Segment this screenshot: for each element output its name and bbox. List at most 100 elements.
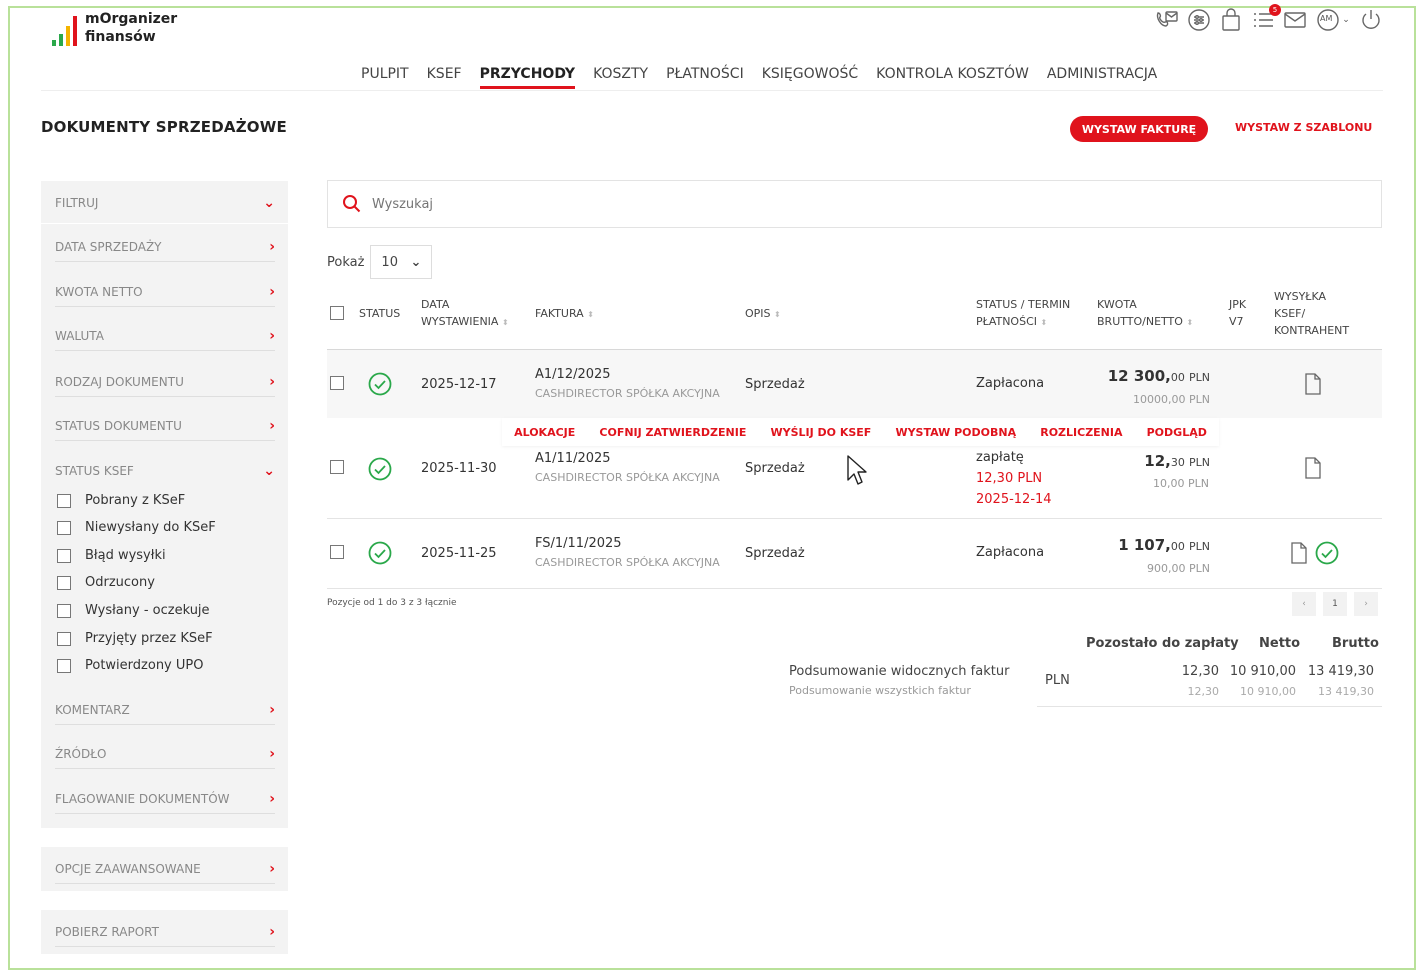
- ksef-option-checkbox[interactable]: Odrzucony: [57, 575, 155, 590]
- action-preview[interactable]: PODGLĄD: [1147, 426, 1207, 439]
- search-bar[interactable]: [327, 180, 1382, 228]
- filter-label: STATUS KSEF: [55, 464, 134, 478]
- issue-date: 2025-12-17: [421, 377, 497, 392]
- invoice-number[interactable]: FS/1/11/2025: [535, 536, 622, 551]
- col-invoice[interactable]: FAKTURA ⬍: [535, 305, 594, 323]
- checkbox-label: Wysłany - oczekuje: [85, 603, 210, 618]
- chevron-right-icon: ›: [269, 328, 275, 344]
- nav-koszty[interactable]: KOSZTY: [593, 66, 648, 89]
- nav-ksiegowosc[interactable]: KSIĘGOWOŚĆ: [762, 66, 858, 89]
- checkbox[interactable]: [57, 520, 71, 535]
- nav-przychody[interactable]: PRZYCHODY: [479, 66, 576, 89]
- ksef-option-checkbox[interactable]: Błąd wysyłki: [57, 548, 166, 563]
- col-jpk-line2: V7: [1229, 315, 1244, 328]
- filter-ksef-status[interactable]: STATUS KSEF ⌄: [55, 463, 275, 485]
- filter-label: STATUS DOKUMENTU: [55, 419, 182, 433]
- filter-currency[interactable]: WALUTA ›: [55, 328, 275, 351]
- summary-visible-gross: 13 419,30: [1307, 664, 1374, 679]
- checkbox[interactable]: [57, 603, 71, 618]
- nav-ksef[interactable]: KSEF: [427, 66, 462, 89]
- pagination-next[interactable]: ›: [1354, 592, 1378, 616]
- filter-document-status[interactable]: STATUS DOKUMENTU ›: [55, 418, 275, 441]
- notifications-list-icon[interactable]: 5: [1251, 4, 1281, 32]
- summary-all-gross: 13 419,30: [1318, 685, 1374, 698]
- notifications-badge: 5: [1269, 4, 1281, 16]
- action-settlements[interactable]: ROZLICZENIA: [1040, 426, 1122, 439]
- issue-from-template-link[interactable]: WYSTAW Z SZABLONU: [1235, 121, 1372, 134]
- filter-toggle[interactable]: FILTRUJ ⌄: [55, 195, 275, 217]
- invoice-number[interactable]: A1/12/2025: [535, 367, 611, 382]
- pagination-page[interactable]: 1: [1323, 592, 1347, 616]
- sidebar-divider: [41, 223, 288, 224]
- power-logout-icon[interactable]: [1359, 8, 1383, 32]
- mouse-cursor-icon: [847, 455, 867, 485]
- gross-amount: 12 300,00 PLN: [1080, 367, 1210, 385]
- col-amount-line1: KWOTA: [1097, 298, 1137, 311]
- action-issue-similar[interactable]: WYSTAW PODOBNĄ: [895, 426, 1016, 439]
- checkbox[interactable]: [57, 631, 71, 646]
- checkbox-label: Potwierdzony UPO: [85, 658, 204, 673]
- ksef-option-checkbox[interactable]: Pobrany z KSeF: [57, 493, 185, 508]
- nav-kontrola-kosztow[interactable]: KONTROLA KOSZTÓW: [876, 66, 1029, 89]
- invoice-number[interactable]: A1/11/2025: [535, 451, 611, 466]
- col-amount[interactable]: KWOTA BRUTTO/NETTO ⬍: [1097, 296, 1193, 331]
- filter-source[interactable]: ŹRÓDŁO ›: [55, 746, 275, 769]
- ksef-option-checkbox[interactable]: Wysłany - oczekuje: [57, 603, 210, 618]
- chevron-right-icon: ›: [269, 746, 275, 762]
- action-send-to-ksef[interactable]: WYŚLIJ DO KSEF: [770, 426, 871, 439]
- filter-net-amount[interactable]: KWOTA NETTO ›: [55, 284, 275, 307]
- checkbox[interactable]: [57, 493, 71, 508]
- row-checkbox[interactable]: [330, 545, 344, 559]
- checkbox[interactable]: [57, 658, 71, 673]
- shopping-bag-icon[interactable]: [1219, 8, 1243, 32]
- select-all-checkbox[interactable]: [330, 306, 344, 320]
- user-avatar[interactable]: AM ⌄: [1315, 8, 1351, 32]
- col-issue-date[interactable]: DATA WYSTAWIENIA ⬍: [421, 296, 509, 331]
- document-icon[interactable]: [1290, 542, 1308, 564]
- issue-invoice-button[interactable]: WYSTAW FAKTURĘ: [1070, 116, 1208, 142]
- summary-all-label: Podsumowanie wszystkich faktur: [789, 684, 971, 697]
- document-icon[interactable]: [1304, 457, 1322, 479]
- col-amount-line2: BRUTTO/NETTO: [1097, 315, 1183, 328]
- settings-list-icon[interactable]: [1187, 8, 1211, 32]
- download-report-panel[interactable]: POBIERZ RAPORT ›: [41, 910, 288, 954]
- col-payment-status[interactable]: STATUS / TERMIN PŁATNOŚCI ⬍: [976, 296, 1070, 331]
- action-allocations[interactable]: ALOKACJE: [514, 426, 575, 439]
- mail-icon[interactable]: [1283, 8, 1307, 32]
- action-undo-approval[interactable]: COFNIJ ZATWIERDZENIE: [599, 426, 746, 439]
- gross-amount-decimals: 00: [1170, 371, 1185, 384]
- col-status[interactable]: STATUS: [359, 305, 400, 322]
- row-checkbox[interactable]: [330, 460, 344, 474]
- checkbox[interactable]: [57, 548, 71, 563]
- ksef-option-checkbox[interactable]: Przyjęty przez KSeF: [57, 631, 213, 646]
- row-checkbox[interactable]: [330, 376, 344, 390]
- nav-platnosci[interactable]: PŁATNOŚCI: [666, 66, 744, 89]
- checkbox[interactable]: [57, 575, 71, 590]
- pagination-prev[interactable]: ‹: [1292, 592, 1316, 616]
- phone-mail-icon[interactable]: [1155, 8, 1179, 32]
- filter-comment[interactable]: KOMENTARZ ›: [55, 702, 275, 725]
- advanced-options[interactable]: OPCJE ZAAWANSOWANE ›: [55, 861, 275, 884]
- download-report[interactable]: POBIERZ RAPORT ›: [55, 924, 275, 947]
- sort-icon: ⬍: [1186, 318, 1194, 327]
- app-logo[interactable]: mOrganizer finansów: [52, 10, 177, 46]
- advanced-options-panel[interactable]: OPCJE ZAAWANSOWANE ›: [41, 847, 288, 891]
- nav-pulpit[interactable]: PULPIT: [361, 66, 409, 89]
- search-input[interactable]: [372, 196, 1272, 212]
- ksef-option-checkbox[interactable]: Potwierdzony UPO: [57, 658, 203, 673]
- document-icon[interactable]: [1304, 373, 1322, 395]
- col-payment-status-line2: PŁATNOŚCI: [976, 315, 1037, 328]
- status-ok-icon: [368, 457, 392, 481]
- col-description[interactable]: OPIS ⬍: [745, 305, 781, 323]
- page-size-select[interactable]: 10 ⌄: [370, 245, 433, 279]
- filter-document-type[interactable]: RODZAJ DOKUMENTU ›: [55, 374, 275, 397]
- nav-administracja[interactable]: ADMINISTRACJA: [1047, 66, 1157, 89]
- col-ksef-sending: WYSYŁKA KSEF/ KONTRAHENT: [1274, 288, 1349, 339]
- app-name-line1: mOrganizer: [85, 11, 178, 27]
- chevron-right-icon: ›: [269, 924, 275, 940]
- ksef-option-checkbox[interactable]: Niewysłany do KSeF: [57, 520, 216, 535]
- filter-flagging[interactable]: FLAGOWANIE DOKUMENTÓW ›: [55, 791, 275, 814]
- filter-sale-date[interactable]: DATA SPRZEDAŻY ›: [55, 239, 275, 262]
- row-divider: [327, 588, 1382, 589]
- filter-label: WALUTA: [55, 329, 104, 343]
